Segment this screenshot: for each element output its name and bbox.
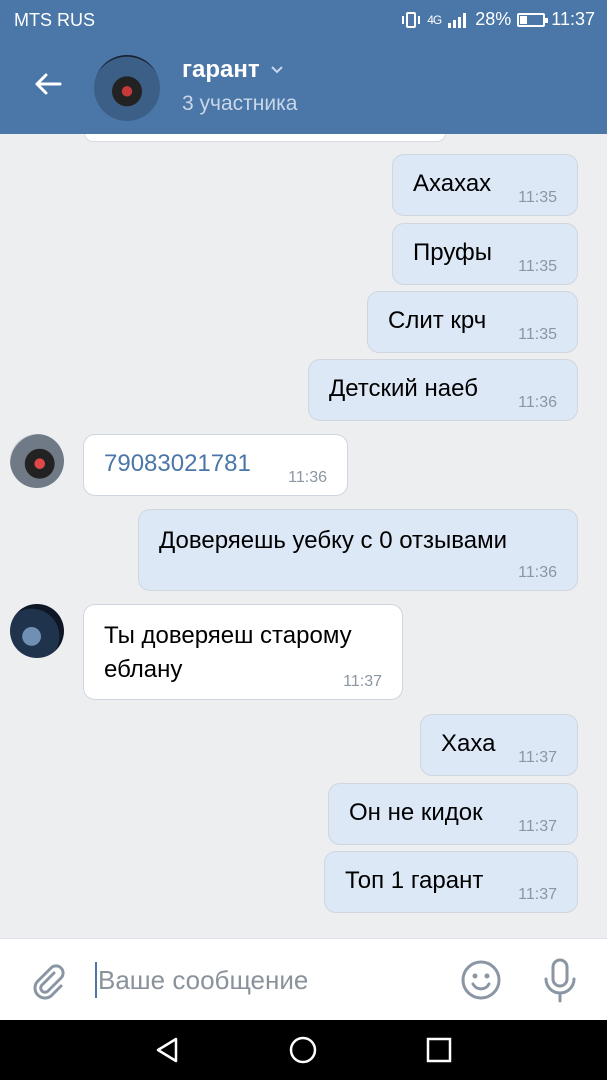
previous-message-fragment bbox=[84, 134, 446, 142]
message-input[interactable] bbox=[98, 959, 438, 1001]
network-type: 4G bbox=[427, 12, 442, 27]
phone-link[interactable]: 79083021781 bbox=[104, 447, 251, 481]
message-bubble-incoming[interactable]: 79083021781 11:36 bbox=[83, 434, 348, 496]
back-triangle-icon[interactable] bbox=[152, 1035, 182, 1065]
back-arrow-icon[interactable] bbox=[30, 66, 66, 102]
message-composer bbox=[0, 938, 607, 1021]
message-text: Слит крч bbox=[388, 307, 487, 334]
sender-avatar[interactable] bbox=[10, 604, 64, 658]
chat-header: гарант 3 участника bbox=[0, 40, 607, 134]
vibrate-icon bbox=[402, 11, 421, 28]
message-time: 11:35 bbox=[518, 189, 557, 206]
message-text: Ахахах bbox=[413, 170, 492, 197]
message-time: 11:36 bbox=[518, 564, 557, 581]
message-bubble-outgoing[interactable]: Доверяешь уебку с 0 отзывами 11:36 bbox=[138, 509, 578, 591]
message-time: 11:36 bbox=[518, 394, 557, 411]
chat-subtitle: 3 участника bbox=[182, 92, 298, 115]
message-bubble-outgoing[interactable]: Ахахах 11:35 bbox=[392, 154, 578, 216]
recents-square-icon[interactable] bbox=[424, 1035, 454, 1065]
battery-percent: 28% bbox=[475, 9, 512, 29]
message-time: 11:36 bbox=[288, 469, 327, 486]
navigation-bar bbox=[0, 1020, 607, 1080]
signal-icon bbox=[448, 12, 467, 28]
message-time: 11:37 bbox=[518, 749, 557, 766]
message-list[interactable]: Ахахах 11:35 Пруфы 11:35 Слит крч 11:35 … bbox=[0, 134, 607, 938]
status-icons: 4G 28% 11:37 bbox=[401, 9, 595, 30]
message-bubble-outgoing[interactable]: Хаха 11:37 bbox=[420, 714, 578, 776]
carrier-name: MTS RUS bbox=[14, 10, 95, 30]
message-text: Доверяешь уебку с 0 отзывами bbox=[159, 527, 508, 554]
sender-avatar[interactable] bbox=[10, 434, 64, 488]
message-bubble-outgoing[interactable]: Он не кидок 11:37 bbox=[328, 783, 578, 845]
message-time: 11:37 bbox=[518, 818, 557, 835]
message-text: Пруфы bbox=[413, 239, 493, 266]
chat-title-button[interactable]: гарант bbox=[182, 56, 284, 84]
message-bubble-incoming[interactable]: Ты доверяеш старому еблану 11:37 bbox=[83, 604, 403, 700]
message-bubble-outgoing[interactable]: Слит крч 11:35 bbox=[367, 291, 578, 353]
chat-avatar[interactable] bbox=[94, 55, 160, 121]
battery-fill bbox=[520, 15, 527, 24]
home-circle-icon[interactable] bbox=[288, 1035, 318, 1065]
message-text: Он не кидок bbox=[349, 799, 483, 826]
message-text: Топ 1 гарант bbox=[345, 867, 484, 894]
emoji-icon[interactable] bbox=[460, 959, 502, 1001]
status-time: 11:37 bbox=[551, 9, 595, 29]
message-bubble-outgoing[interactable]: Топ 1 гарант 11:37 bbox=[324, 851, 578, 913]
paperclip-icon[interactable] bbox=[28, 961, 68, 1001]
message-text: Хаха bbox=[441, 730, 496, 757]
status-bar: MTS RUS 4G 28% 11:37 bbox=[0, 0, 607, 40]
message-bubble-outgoing[interactable]: Детский наеб 11:36 bbox=[308, 359, 578, 421]
message-time: 11:37 bbox=[343, 673, 382, 690]
chat-title: гарант bbox=[182, 56, 260, 83]
message-time: 11:35 bbox=[518, 326, 557, 343]
message-bubble-outgoing[interactable]: Пруфы 11:35 bbox=[392, 223, 578, 285]
message-text: Детский наеб bbox=[329, 375, 478, 402]
text-cursor bbox=[95, 962, 97, 998]
battery-icon bbox=[517, 12, 549, 27]
microphone-icon[interactable] bbox=[540, 957, 580, 1003]
message-time: 11:37 bbox=[518, 886, 557, 903]
message-time: 11:35 bbox=[518, 258, 557, 275]
chevron-down-icon bbox=[270, 66, 283, 74]
